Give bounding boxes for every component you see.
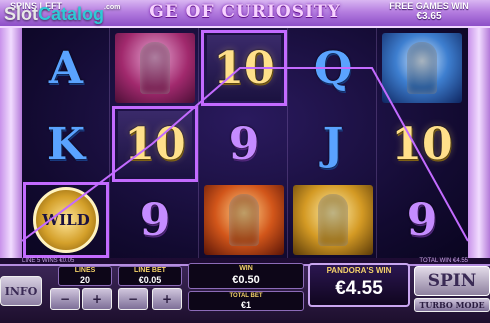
- symbol-9-number: 9: [406, 194, 438, 246]
- win-label: WIN: [239, 265, 253, 272]
- wild-label: WILD: [42, 211, 90, 229]
- symbol-j: J: [291, 107, 375, 181]
- line-bet-label: LINE BET: [134, 267, 166, 274]
- symbol-10-number: 10: [213, 42, 275, 94]
- lines-display: LINES 20: [58, 266, 112, 286]
- symbol-9-number: 9: [139, 194, 171, 246]
- symbol-10-number: 10: [391, 118, 453, 170]
- game-title: GE OF CURIOSITY: [149, 2, 341, 22]
- free-games-win-value: €3.65: [416, 11, 442, 22]
- line-bet-display: LINE BET €0.05: [118, 266, 182, 286]
- pandora-win-value: €4.55: [335, 278, 383, 299]
- info-button[interactable]: INFO: [0, 276, 42, 306]
- reel-frame-right: [468, 28, 490, 258]
- hero-portrait-icon: [293, 185, 373, 255]
- symbol-pandora: [113, 31, 197, 105]
- pandora-win-display: PANDORA'S WIN €4.55: [308, 263, 410, 307]
- turbo-mode-button[interactable]: TURBO MODE: [414, 298, 490, 312]
- symbol-q: Q: [291, 31, 375, 105]
- symbol-9-number: 9: [228, 118, 260, 170]
- pandora-figure-icon: [140, 42, 170, 94]
- symbol-10-winning: 10: [112, 106, 198, 182]
- reel-1: A K WILD: [22, 28, 110, 258]
- line-bet-value: €0.05: [138, 275, 162, 285]
- symbol-hero: [291, 183, 375, 257]
- symbol-9: 9: [202, 107, 286, 181]
- reel-4: Q J: [289, 28, 377, 258]
- reel-5: 10 9: [378, 28, 466, 258]
- line-bet-plus-button[interactable]: +: [152, 288, 182, 310]
- watermark-slot: Slot: [4, 4, 38, 24]
- spin-button[interactable]: SPIN: [414, 266, 490, 296]
- free-games-win-indicator: FREE GAMES WIN €3.65: [374, 1, 484, 22]
- line-bet-minus-button[interactable]: −: [118, 288, 148, 310]
- ten-card-icon: 10: [207, 35, 281, 101]
- zeus-figure-icon: [407, 42, 437, 94]
- total-bet-display: TOTAL BET €1: [188, 291, 304, 311]
- symbol-10: 10: [380, 107, 464, 181]
- symbol-zeus: [380, 31, 464, 105]
- symbol-k-letter: K: [46, 118, 86, 170]
- reel-3: 10 9: [200, 28, 288, 258]
- symbol-9: 9: [380, 183, 464, 257]
- symbol-j-letter: J: [322, 118, 344, 170]
- symbol-a: A: [24, 31, 108, 105]
- reel-2: 10 9: [111, 28, 199, 258]
- reel-frame-left: [0, 28, 22, 258]
- reel-area: A K WILD 10 9 10 9 Q J 10 9: [22, 28, 468, 258]
- zeus-portrait-icon: [382, 33, 462, 103]
- wild-coin-icon: WILD: [33, 187, 99, 253]
- pandora-portrait-icon: [115, 33, 195, 103]
- watermark-catalog: Catalog: [38, 4, 105, 24]
- ten-card-icon: 10: [118, 111, 192, 177]
- lines-minus-button[interactable]: −: [50, 288, 80, 310]
- pandora-win-label: PANDORA'S WIN: [326, 266, 392, 275]
- symbol-10-number: 10: [124, 118, 186, 170]
- lines-value: 20: [79, 275, 90, 285]
- hero-figure-icon: [318, 194, 348, 246]
- free-games-win-label: FREE GAMES WIN: [389, 1, 469, 11]
- symbol-q-letter: Q: [313, 42, 353, 94]
- hades-figure-icon: [229, 194, 259, 246]
- symbol-9: 9: [113, 183, 197, 257]
- watermark-com: .com: [104, 4, 121, 11]
- lines-label: LINES: [74, 267, 96, 274]
- win-display: WIN €0.50: [188, 263, 304, 289]
- watermark-logo: SlotCatalog.com: [4, 4, 120, 25]
- win-value: €0.50: [232, 274, 260, 286]
- hades-portrait-icon: [204, 185, 284, 255]
- symbol-wild: WILD: [23, 182, 109, 258]
- symbol-10-winning: 10: [201, 30, 287, 106]
- symbol-a-letter: A: [48, 42, 84, 94]
- symbol-k: K: [24, 107, 108, 181]
- lines-plus-button[interactable]: +: [82, 288, 112, 310]
- total-bet-value: €1: [240, 300, 251, 310]
- symbol-hades: [202, 183, 286, 257]
- total-bet-label: TOTAL BET: [229, 293, 263, 299]
